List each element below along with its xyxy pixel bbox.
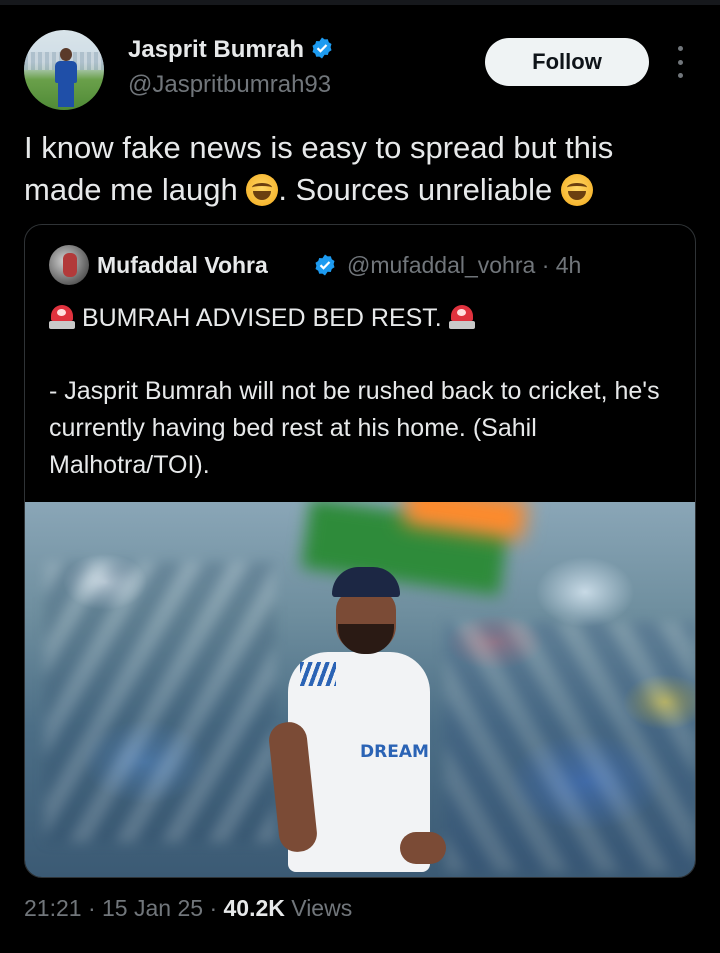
author-name-row[interactable]: Jasprit Bumrah (128, 36, 334, 64)
views-label: Views (291, 895, 353, 921)
author-name[interactable]: Jasprit Bumrah (128, 36, 304, 63)
tweet-footer: 21:21 · 15 Jan 25 · 40.2K Views (24, 895, 353, 921)
player-figure: DREAM (267, 562, 470, 877)
laughing-emoji-icon (246, 174, 279, 206)
quoted-time: 4h (555, 252, 582, 278)
author-avatar[interactable] (24, 30, 104, 110)
author-handle[interactable]: @Jaspritbumrah93 (128, 71, 331, 99)
more-options-icon[interactable] (670, 46, 690, 78)
siren-icon (448, 303, 475, 331)
quoted-meta: @mufaddal_vohra · 4h (347, 252, 582, 278)
post-time: 21:21 (24, 895, 82, 921)
verified-badge-icon (315, 254, 335, 276)
siren-icon (49, 303, 75, 331)
follow-button[interactable]: Follow (485, 38, 649, 86)
quoted-tweet-photo[interactable]: DREAM (25, 502, 695, 877)
quoted-author-avatar[interactable] (49, 245, 89, 285)
tweet-text: I know fake news is easy to spread but t… (24, 130, 614, 207)
jersey-sponsor-text: DREAM (360, 742, 429, 762)
views-count[interactable]: 40.2K (224, 895, 285, 921)
quoted-author-handle: @mufaddal_vohra (347, 252, 536, 278)
verified-badge-icon (312, 37, 332, 59)
quoted-tweet-card[interactable]: Mufaddal Vohra @mufaddal_vohra · 4h BUMR… (24, 224, 696, 878)
post-date: 15 Jan 25 (102, 895, 204, 921)
quoted-headline: BUMRAH ADVISED BED REST. (49, 303, 475, 333)
top-divider (0, 0, 720, 5)
quoted-author-name: Mufaddal Vohra (97, 252, 268, 278)
quoted-body: - Jasprit Bumrah will not be rushed back… (49, 377, 660, 479)
laughing-emoji-icon (560, 174, 593, 206)
